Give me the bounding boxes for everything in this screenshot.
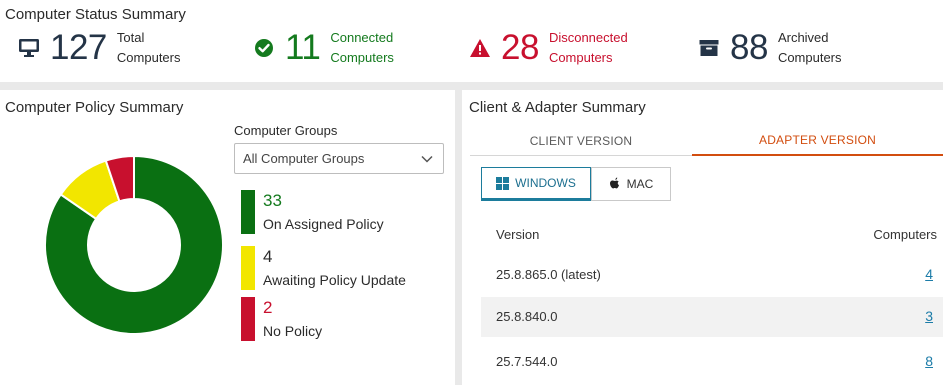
computer-groups-dropdown[interactable]: All Computer Groups [234,143,444,174]
computers-count-link[interactable]: 3 [925,308,933,324]
version-value: 25.7.544.0 [496,354,558,369]
warning-icon [469,37,491,59]
computer-groups-selected: All Computer Groups [243,151,365,166]
legend-color-swatch [241,246,255,290]
check-circle-icon [253,37,275,59]
column-header-computers: Computers [873,227,937,242]
version-value: 25.8.840.0 [496,309,558,324]
archived-count: 88 [730,28,768,67]
table-row: 25.7.544.0 8 [481,342,943,382]
column-header-version: Version [496,227,540,242]
legend-label: No Policy [263,323,323,339]
version-value: 25.8.865.0 (latest) [496,267,601,282]
computers-count-link[interactable]: 4 [925,266,933,282]
tab-client-version[interactable]: CLIENT VERSION [470,126,692,156]
disconnected-count: 28 [501,28,539,67]
computer-policy-summary-panel: Computer Policy Summary Computer Groups … [0,90,455,385]
legend-count: 33 [263,191,282,210]
legend-count: 2 [263,298,273,317]
computer-status-summary-panel: Computer Status Summary 127 Total Compute… [0,0,943,82]
client-adapter-summary-panel: Client & Adapter Summary CLIENT VERSION … [462,90,943,385]
mac-button[interactable]: MAC [591,167,671,201]
legend-label: Awaiting Policy Update [263,272,406,288]
archived-label: Archived Computers [777,30,842,65]
stat-connected-computers[interactable]: 11 Connected Computers [253,28,394,68]
legend-label: On Assigned Policy [263,216,384,232]
chevron-down-icon [420,152,434,169]
windows-button[interactable]: WINDOWS [481,167,591,201]
stat-archived-computers[interactable]: 88 Archived Computers [698,28,842,68]
mac-button-label: MAC [626,177,654,191]
disconnected-label: Disconnected Computers [548,30,628,65]
connected-label: Connected Computers [330,30,394,65]
apple-icon [609,177,621,191]
stat-disconnected-computers[interactable]: 28 Disconnected Computers [469,28,628,68]
windows-icon [496,176,510,190]
table-row: 25.8.840.0 3 [481,297,943,337]
table-row: 25.8.865.0 (latest) 4 [481,255,943,295]
status-panel-title: Computer Status Summary [5,6,186,23]
monitor-icon [18,37,40,59]
client-panel-title: Client & Adapter Summary [469,99,646,116]
policy-panel-title: Computer Policy Summary [5,99,184,116]
computer-groups-label: Computer Groups [234,123,338,138]
connected-count: 11 [285,28,321,67]
tab-adapter-version[interactable]: ADAPTER VERSION [692,126,943,156]
legend-color-swatch [241,190,255,234]
total-label: Total Computers [116,30,181,65]
policy-donut-chart[interactable] [44,155,224,335]
archive-box-icon [698,37,720,59]
computers-count-link[interactable]: 8 [925,353,933,369]
total-count: 127 [50,28,107,67]
windows-button-label: WINDOWS [515,176,576,190]
legend-color-swatch [241,297,255,341]
stat-total-computers[interactable]: 127 Total Computers [18,28,180,68]
legend-count: 4 [263,247,273,266]
